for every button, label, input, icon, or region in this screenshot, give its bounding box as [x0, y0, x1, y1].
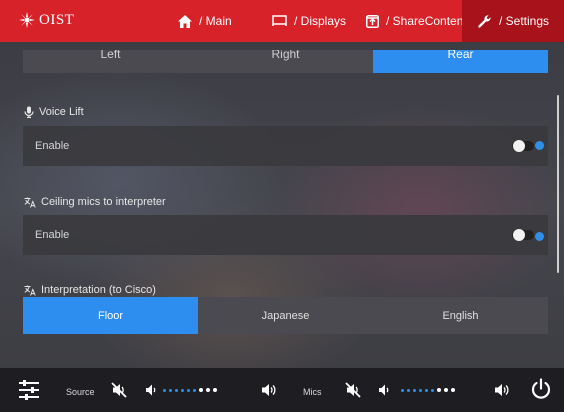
mics-volume-down-icon[interactable]: [378, 383, 390, 397]
mics-mute-icon[interactable]: [345, 382, 361, 398]
translate-icon: [24, 285, 36, 296]
level-dot: [169, 388, 172, 392]
interpretation-english-option[interactable]: English: [373, 297, 548, 334]
scrollbar[interactable]: [557, 95, 559, 273]
ceiling-mics-toggle[interactable]: [512, 229, 534, 241]
mics-volume-up-icon[interactable]: [494, 382, 510, 398]
voice-lift-heading: Voice Lift: [24, 106, 84, 118]
interpretation-title: Interpretation (to Cisco): [41, 284, 156, 296]
voice-lift-title: Voice Lift: [39, 106, 84, 118]
source-volume-up-icon[interactable]: [261, 382, 277, 398]
ceiling-mics-row: Enable: [23, 215, 548, 255]
speaker-left-option[interactable]: Left: [23, 50, 198, 73]
level-dot: [206, 388, 210, 392]
nav-displays-label: / Displays: [294, 14, 347, 28]
voice-lift-toggle[interactable]: [512, 140, 534, 152]
power-icon[interactable]: [530, 378, 552, 400]
level-dot: [444, 388, 448, 392]
level-dot: [451, 388, 455, 392]
level-dot: [193, 388, 196, 392]
ceiling-mics-enable-label: Enable: [35, 229, 70, 241]
interpretation-heading: Interpretation (to Cisco): [24, 284, 156, 296]
level-dot: [199, 388, 203, 392]
source-level-meter: [163, 388, 217, 392]
toggle-knob: [513, 229, 525, 241]
voice-lift-enable-label: Enable: [35, 140, 70, 152]
level-dot: [425, 388, 428, 392]
nav-sharecontent-label: / ShareContent: [386, 14, 467, 28]
callout-dot: [535, 232, 544, 241]
toggle-knob: [513, 140, 525, 152]
interpretation-japanese-option[interactable]: Japanese: [198, 297, 373, 334]
level-dot: [407, 388, 410, 392]
translate-icon: [24, 197, 36, 208]
interpretation-selector: Floor Japanese English: [23, 297, 548, 334]
speaker-right-option[interactable]: Right: [198, 50, 373, 73]
level-dot: [437, 388, 441, 392]
nav-displays[interactable]: / Displays: [272, 0, 346, 42]
level-dot: [181, 388, 184, 392]
nav-settings[interactable]: / Settings: [462, 0, 564, 42]
level-dot: [413, 388, 416, 392]
display-icon: [272, 15, 287, 26]
audio-control-bar: Source Mics: [0, 368, 564, 412]
speaker-position-selector: Left Right Rear: [23, 50, 548, 73]
mics-label: Mics: [303, 387, 322, 397]
microphone-icon: [24, 106, 34, 118]
level-dot: [431, 388, 434, 392]
share-content-icon: [366, 14, 379, 28]
source-volume-down-icon[interactable]: [145, 383, 157, 397]
level-dot: [419, 388, 422, 392]
level-dot: [187, 388, 190, 392]
nav-main-label: / Main: [199, 14, 232, 28]
ceiling-mics-title: Ceiling mics to interpreter: [41, 196, 166, 208]
interpretation-floor-option[interactable]: Floor: [23, 297, 198, 334]
level-dot: [163, 388, 166, 392]
callout-dot: [535, 141, 544, 150]
ceiling-mics-heading: Ceiling mics to interpreter: [24, 196, 166, 208]
logo: OIST: [18, 11, 74, 29]
level-dot: [175, 388, 178, 392]
mics-level-meter: [401, 388, 455, 392]
source-mute-icon[interactable]: [111, 382, 127, 398]
nav-sharecontent[interactable]: / ShareContent: [366, 0, 467, 42]
home-icon: [178, 14, 192, 28]
logo-text: OIST: [39, 11, 75, 28]
nav-main[interactable]: / Main: [178, 0, 232, 42]
mixer-settings-icon[interactable]: [18, 379, 40, 401]
source-label: Source: [66, 387, 95, 397]
nav-settings-label: / Settings: [498, 14, 550, 28]
voice-lift-row: Enable: [23, 126, 548, 166]
level-dot: [401, 388, 404, 392]
wrench-icon: [478, 14, 491, 28]
level-dot: [213, 388, 217, 392]
speaker-rear-option[interactable]: Rear: [373, 50, 548, 73]
top-nav-bar: OIST / Main / Displays / ShareContent / …: [0, 0, 564, 42]
oist-emblem-icon: [19, 12, 35, 28]
